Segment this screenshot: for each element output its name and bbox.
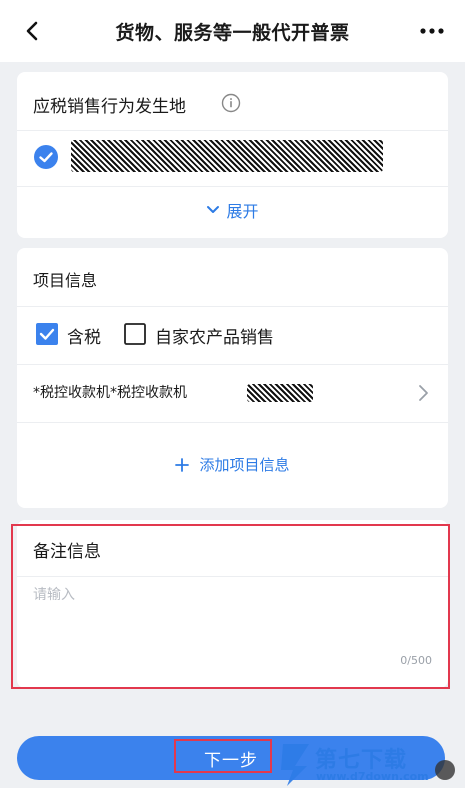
divider — [17, 186, 448, 187]
redacted-item-value — [247, 384, 313, 402]
location-card: 应税销售行为发生地 展开 — [17, 72, 448, 238]
farm-product-checkbox[interactable] — [124, 323, 146, 345]
divider — [17, 306, 448, 307]
check-circle-icon[interactable] — [33, 144, 59, 170]
add-item-label: 添加项目信息 — [199, 456, 290, 474]
remarks-title: 备注信息 — [33, 542, 101, 562]
app-header: 货物、服务等一般代开普票 — [0, 0, 465, 62]
expand-button[interactable]: 展开 — [17, 198, 448, 222]
info-icon[interactable] — [221, 93, 241, 113]
farm-product-label: 自家农产品销售 — [155, 328, 274, 348]
remarks-char-counter: 0/500 — [400, 654, 432, 667]
add-item-button[interactable]: 添加项目信息 — [17, 454, 448, 475]
ellipsis-icon[interactable] — [419, 22, 445, 40]
divider — [17, 422, 448, 423]
chevron-right-icon[interactable] — [416, 384, 430, 402]
tax-included-label: 含税 — [67, 328, 101, 348]
location-title: 应税销售行为发生地 — [33, 97, 186, 117]
page-title: 货物、服务等一般代开普票 — [115, 21, 350, 44]
divider — [17, 364, 448, 365]
chevron-down-icon — [207, 206, 220, 213]
redacted-location-value — [71, 140, 383, 172]
tax-included-checkbox[interactable] — [36, 323, 58, 345]
watermark-url: www.d7down.com — [316, 770, 429, 783]
items-card: 项目信息 含税 自家农产品销售 *税控收款机*税控收款机 添加项目信息 — [17, 248, 448, 508]
chevron-left-icon[interactable] — [22, 20, 44, 42]
item-name[interactable]: *税控收款机*税控收款机 — [33, 382, 187, 402]
plus-icon — [175, 457, 190, 472]
items-title: 项目信息 — [33, 271, 98, 290]
divider — [17, 576, 448, 577]
remarks-input[interactable] — [33, 584, 433, 656]
divider — [17, 130, 448, 131]
next-button-label: 下一步 — [204, 750, 258, 771]
expand-label: 展开 — [226, 202, 259, 221]
remarks-card: 备注信息 0/500 — [17, 520, 448, 688]
